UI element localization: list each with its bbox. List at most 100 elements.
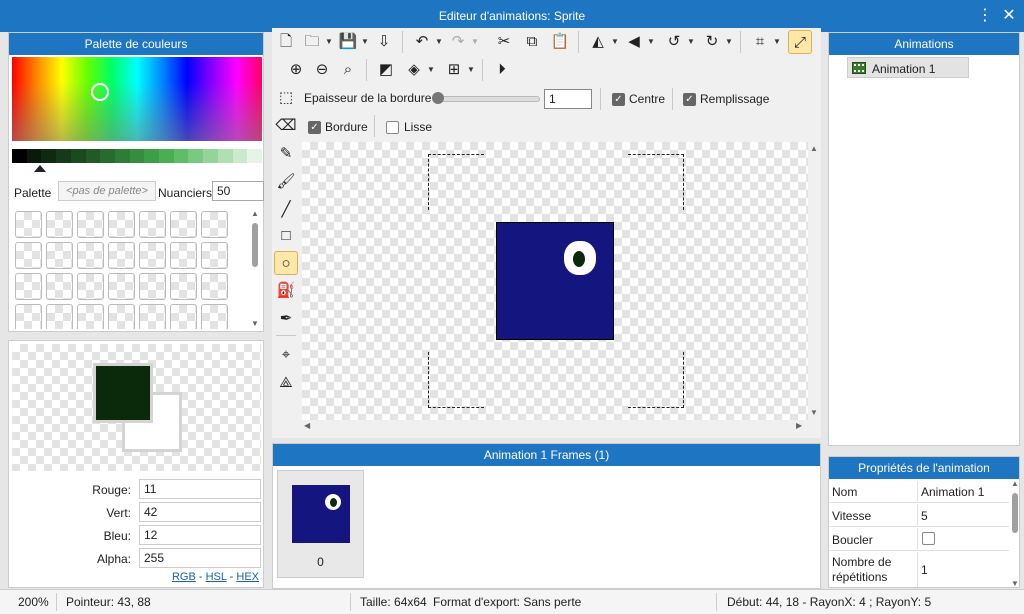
play-icon[interactable]: ⏵ xyxy=(490,58,514,82)
undo-dropdown-icon[interactable]: ▼ xyxy=(434,30,444,54)
scroll-down-icon[interactable]: ▼ xyxy=(810,408,818,417)
shade-swatch[interactable] xyxy=(100,149,115,163)
rotate-right-icon[interactable]: ↻ xyxy=(700,30,724,54)
palette-swatch[interactable] xyxy=(15,211,42,238)
palette-swatch[interactable] xyxy=(108,211,135,238)
scroll-down-icon[interactable]: ▼ xyxy=(251,319,259,328)
ellipse-icon[interactable]: ○ xyxy=(274,251,298,275)
zoom-out-icon[interactable]: ⊖ xyxy=(310,58,334,82)
palette-swatch[interactable] xyxy=(77,242,104,269)
hsl-mode-link[interactable]: HSL xyxy=(206,571,227,583)
palette-swatch[interactable] xyxy=(15,304,42,329)
close-icon[interactable]: ✕ xyxy=(998,5,1020,27)
shade-swatch[interactable] xyxy=(217,149,233,163)
redo-dropdown-icon[interactable]: ▼ xyxy=(470,30,480,54)
red-input[interactable]: 11 xyxy=(139,479,261,499)
green-input[interactable]: 42 xyxy=(139,502,261,522)
eraser-icon[interactable]: ⌫ xyxy=(274,114,298,138)
shade-swatch[interactable] xyxy=(41,149,57,163)
palette-swatch[interactable] xyxy=(15,242,42,269)
canvas-horizontal-scrollbar[interactable]: ◀ ▶ xyxy=(302,420,808,432)
scroll-down-icon[interactable]: ▼ xyxy=(1011,579,1019,587)
flip-vertical-dropdown-icon[interactable]: ▼ xyxy=(646,30,656,54)
eyedropper-icon[interactable]: ✒ xyxy=(274,307,298,331)
line-icon[interactable]: ╱ xyxy=(274,198,298,222)
palette-swatch[interactable] xyxy=(77,211,104,238)
property-value-repetitions[interactable]: 1 xyxy=(921,563,928,577)
shade-swatch[interactable] xyxy=(159,149,174,163)
palette-swatch[interactable] xyxy=(46,242,73,269)
palette-select-button[interactable]: <pas de palette> xyxy=(58,181,156,201)
palette-swatch[interactable] xyxy=(77,304,104,329)
undo-icon[interactable]: ↶ xyxy=(410,30,434,54)
shade-swatch[interactable] xyxy=(12,149,27,163)
blue-input[interactable]: 12 xyxy=(139,525,261,545)
palette-swatch[interactable] xyxy=(201,304,228,329)
save-dropdown-icon[interactable]: ▼ xyxy=(360,30,370,54)
zoom-reset-icon[interactable]: ⌕ xyxy=(336,58,360,82)
primary-color-swatch[interactable] xyxy=(93,363,153,423)
redo-icon[interactable]: ↷ xyxy=(446,30,470,54)
palette-swatch[interactable] xyxy=(139,273,166,300)
fill-checkbox[interactable]: ✓ xyxy=(683,93,696,106)
thickness-input[interactable]: 1 xyxy=(544,89,592,109)
palette-swatch[interactable] xyxy=(170,211,197,238)
grid-icon[interactable]: ⊞ xyxy=(442,58,466,82)
palette-swatch[interactable] xyxy=(170,304,197,329)
alpha-input[interactable]: 255 xyxy=(139,548,261,568)
palette-scroll-thumb[interactable] xyxy=(252,223,258,267)
shade-marker-icon[interactable] xyxy=(34,165,46,172)
property-value-name[interactable]: Animation 1 xyxy=(921,485,984,499)
paste-icon[interactable]: 📋 xyxy=(548,30,572,54)
shade-swatch[interactable] xyxy=(144,149,160,163)
nuances-input[interactable]: 50 xyxy=(212,181,264,201)
shade-swatch[interactable] xyxy=(188,149,204,163)
palette-swatch[interactable] xyxy=(139,211,166,238)
palette-swatch[interactable] xyxy=(201,273,228,300)
selection-icon[interactable]: ⬚ xyxy=(274,86,298,110)
sprite-image[interactable] xyxy=(496,222,614,340)
hex-mode-link[interactable]: HEX xyxy=(236,571,259,583)
grid-dropdown-icon[interactable]: ▼ xyxy=(466,58,476,82)
copy-icon[interactable]: ⧉ xyxy=(520,30,544,54)
frame-item[interactable]: 0 xyxy=(277,470,364,578)
transparency-icon[interactable]: ◩ xyxy=(374,58,398,82)
flip-horizontal-icon[interactable]: ◭ xyxy=(586,30,610,54)
smooth-checkbox[interactable] xyxy=(386,121,399,134)
shade-swatch[interactable] xyxy=(129,149,145,163)
shade-swatch[interactable] xyxy=(56,149,71,163)
spectrum-cursor[interactable] xyxy=(91,83,109,101)
palette-swatch[interactable] xyxy=(15,273,42,300)
drawing-canvas[interactable] xyxy=(302,142,808,420)
color-spectrum[interactable] xyxy=(12,57,262,141)
border-checkbox[interactable]: ✓ xyxy=(308,121,321,134)
property-value-speed[interactable]: 5 xyxy=(921,509,928,523)
palette-swatch[interactable] xyxy=(46,273,73,300)
shade-swatch[interactable] xyxy=(70,149,86,163)
more-options-icon[interactable]: ⋮ xyxy=(974,5,996,27)
loop-checkbox[interactable] xyxy=(922,532,935,545)
scroll-up-icon[interactable]: ▲ xyxy=(251,209,259,218)
canvas-vertical-scrollbar[interactable]: ▲ ▼ xyxy=(808,142,820,420)
palette-swatch[interactable] xyxy=(46,304,73,329)
scroll-up-icon[interactable]: ▲ xyxy=(810,144,818,153)
palette-swatch[interactable] xyxy=(46,211,73,238)
brush-icon[interactable]: 🖌 xyxy=(274,170,298,194)
properties-scrollbar[interactable]: ▲ ▼ xyxy=(1009,479,1019,587)
crop-dropdown-icon[interactable]: ▼ xyxy=(772,30,782,54)
palette-swatch[interactable] xyxy=(108,273,135,300)
rectangle-icon[interactable]: □ xyxy=(274,224,298,248)
shade-bar[interactable] xyxy=(12,149,262,163)
palette-swatch[interactable] xyxy=(108,242,135,269)
shade-swatch[interactable] xyxy=(85,149,101,163)
crop-icon[interactable]: ⌗ xyxy=(748,30,772,54)
open-dropdown-icon[interactable]: ▼ xyxy=(324,30,334,54)
palette-swatch[interactable] xyxy=(201,211,228,238)
shade-swatch[interactable] xyxy=(26,149,42,163)
shade-swatch[interactable] xyxy=(114,149,130,163)
collision-mask-icon[interactable]: ⟁ xyxy=(274,371,298,395)
palette-swatch[interactable] xyxy=(201,242,228,269)
palette-swatch[interactable] xyxy=(170,273,197,300)
pencil-icon[interactable]: ✎ xyxy=(274,142,298,166)
palette-swatch[interactable] xyxy=(108,304,135,329)
